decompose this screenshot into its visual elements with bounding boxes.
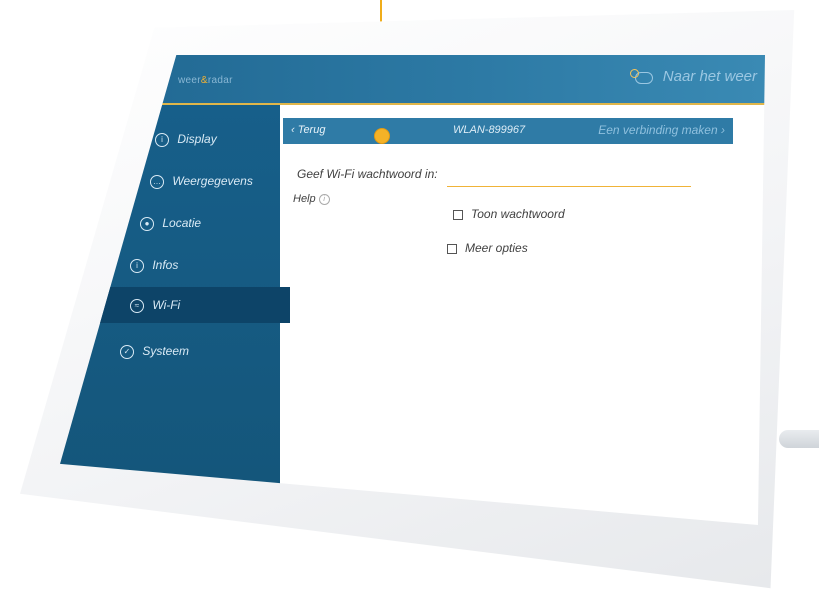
wifi-header-bar: ‹ Terug WLAN-899967 Een verbinding maken… (283, 118, 733, 144)
wifi-icon: ≈ (130, 298, 144, 313)
help-link[interactable]: Help i (293, 193, 330, 205)
show-password-checkbox[interactable]: Toon wachtwoord (453, 207, 565, 221)
screen: weer&radar Naar het weer i Display … Wee… (60, 55, 765, 525)
checkbox-box (453, 209, 463, 220)
password-label: Geef Wi-Fi wachtwoord in: (297, 167, 438, 181)
network-ssid: WLAN-899967 (453, 124, 526, 136)
sidebar-item-infos[interactable]: i Infos (130, 247, 178, 283)
sidebar-item-locatie[interactable]: ● Locatie (140, 205, 201, 241)
chevron-right-icon: › (721, 123, 725, 137)
more-options-checkbox[interactable]: Meer opties (447, 241, 528, 255)
sidebar-item-weergegevens[interactable]: … Weergegevens (150, 163, 253, 199)
sidebar: i Display … Weergegevens ● Locatie i Inf… (60, 105, 290, 525)
sidebar-item-display[interactable]: i Display (155, 121, 217, 157)
connect-button[interactable]: Een verbinding maken › (598, 123, 725, 137)
screen-wrap: weer&radar Naar het weer i Display … Wee… (0, 0, 819, 604)
wifi-panel: ‹ Terug WLAN-899967 Een verbinding maken… (283, 115, 755, 525)
display-icon: i (155, 132, 169, 147)
weather-link[interactable]: Naar het weer (629, 68, 757, 85)
callout-marker (374, 128, 390, 144)
info-icon: i (130, 258, 144, 273)
sidebar-item-wifi[interactable]: ≈ Wi-Fi (100, 287, 290, 323)
location-icon: ● (140, 216, 154, 231)
check-icon: ✓ (120, 344, 134, 359)
app-logo: weer&radar (178, 75, 233, 86)
chevron-left-icon: ‹ (291, 124, 295, 136)
back-button[interactable]: ‹ Terug (291, 124, 325, 136)
checkbox-box (447, 243, 457, 254)
password-input[interactable] (447, 162, 691, 187)
cloud-sun-icon (629, 69, 653, 85)
info-circle-icon: i (318, 193, 330, 205)
top-bar: weer&radar Naar het weer (60, 55, 765, 105)
dots-icon: … (150, 174, 164, 189)
sidebar-item-systeem[interactable]: ✓ Systeem (120, 333, 189, 369)
